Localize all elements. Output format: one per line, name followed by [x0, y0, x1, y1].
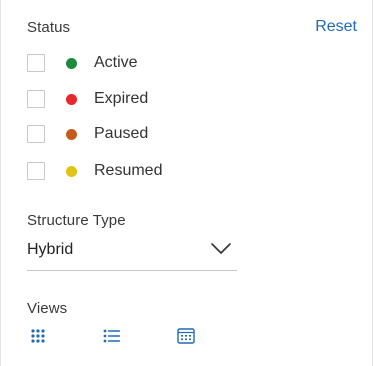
status-option-label: Expired [94, 90, 149, 107]
status-dot-icon [66, 165, 77, 177]
structure-type-value: Hybrid [27, 241, 74, 258]
status-option-label: Resumed [94, 162, 163, 179]
status-option-active[interactable]: Active [27, 52, 138, 74]
structure-type-label: Structure Type [27, 212, 126, 229]
list-icon [103, 329, 120, 343]
status-dot-icon [66, 57, 77, 69]
status-checkbox[interactable] [27, 125, 45, 143]
status-checkbox[interactable] [27, 90, 45, 108]
status-option-resumed[interactable]: Resumed [27, 160, 162, 182]
grid-dots-icon [31, 329, 45, 343]
status-checkbox[interactable] [27, 54, 45, 72]
views-label: Views [27, 300, 68, 317]
status-option-label: Active [94, 54, 138, 71]
structure-type-select[interactable]: Hybrid [27, 236, 237, 271]
grid-view-button[interactable] [27, 325, 49, 347]
calendar-icon [177, 328, 195, 344]
chevron-down-icon[interactable] [211, 242, 231, 260]
calendar-view-button[interactable] [175, 325, 197, 347]
list-view-button[interactable] [101, 325, 123, 347]
status-checkbox[interactable] [27, 162, 45, 180]
reset-button[interactable]: Reset [315, 18, 357, 36]
filter-panel: Status Reset Active Expired Paused Resum… [0, 0, 373, 366]
status-option-label: Paused [94, 125, 149, 142]
status-option-expired[interactable]: Expired [27, 88, 148, 110]
status-option-paused[interactable]: Paused [27, 123, 148, 145]
status-dot-icon [66, 93, 77, 105]
status-dot-icon [66, 128, 77, 140]
status-label: Status [27, 19, 71, 36]
